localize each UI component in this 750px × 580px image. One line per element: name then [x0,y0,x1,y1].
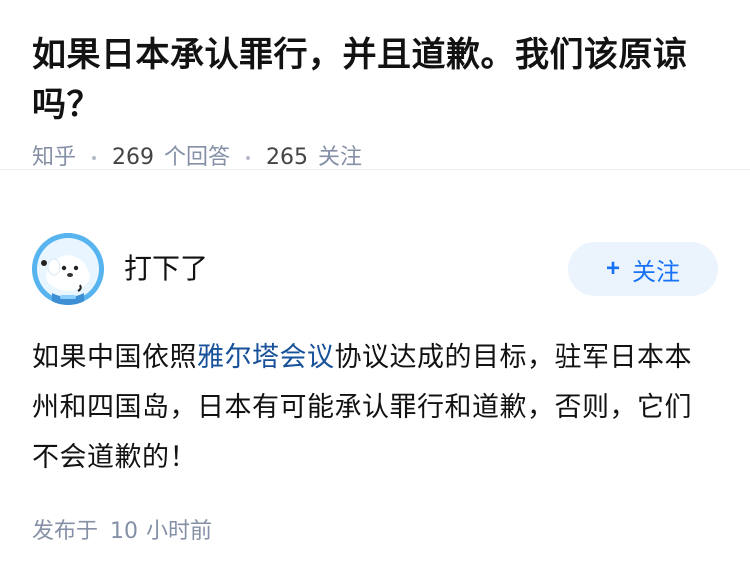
author-row: 打下了 + 关注 [32,201,718,305]
follow-button-label: 关注 [632,258,680,286]
question-header: 如果日本承认罪行，并且道歉。我们该原谅吗？ 知乎 269 个回答 265 关注 [0,0,750,170]
separator-dot [92,156,97,160]
published-label: 发布于 [32,519,99,544]
answer-count: 269 [112,145,155,170]
author-name[interactable]: 打下了 [124,251,208,287]
plus-icon: + [605,255,620,282]
question-meta: 知乎 269 个回答 265 关注 [32,144,718,172]
page: 如果日本承认罪行，并且道歉。我们该原谅吗？ 知乎 269 个回答 265 关注 [0,0,750,580]
answer-card: 打下了 + 关注 如果中国依照雅尔塔会议协议达成的目标，驻军日本本州和四国岛，日… [32,201,718,547]
follower-count-label: 关注 [318,145,363,170]
answer-footer: 发布于 10 小时前 [32,517,718,547]
follower-count: 265 [266,145,309,170]
source-label[interactable]: 知乎 [32,144,76,172]
published-time-unit: 小时前 [146,519,213,544]
follow-button[interactable]: + 关注 [568,242,718,296]
published-time-value: 10 [110,519,139,544]
answer-text-prefix: 如果中国依照 [32,342,197,373]
answer-body: 如果中国依照雅尔塔会议协议达成的目标，驻军日本本州和四国岛，日本有可能承认罪行和… [32,333,718,483]
avatar-illustration [32,233,104,305]
question-title[interactable]: 如果日本承认罪行，并且道歉。我们该原谅吗？ [32,30,718,130]
answer-count-label: 个回答 [164,145,231,170]
separator-dot [246,156,251,160]
yalta-conference-link[interactable]: 雅尔塔会议 [197,342,335,373]
avatar-icon[interactable] [32,233,104,305]
